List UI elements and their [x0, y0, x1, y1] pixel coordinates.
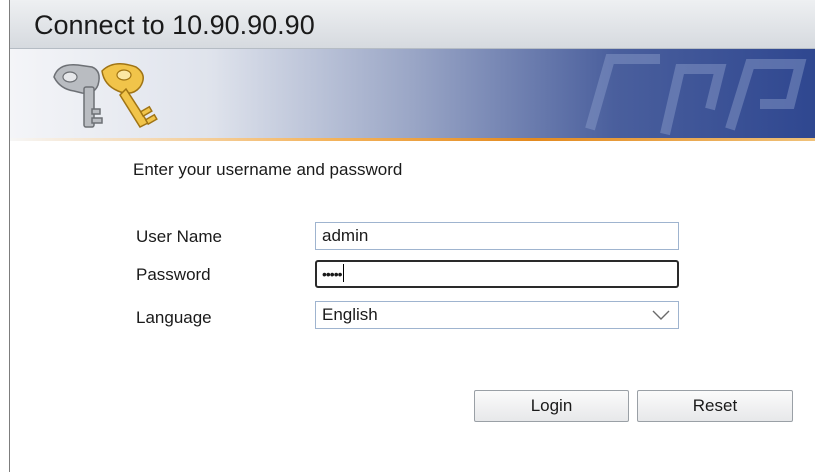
login-prompt: Enter your username and password — [133, 160, 403, 179]
username-label: User Name — [136, 227, 222, 246]
login-dialog: Connect to 10.90.90.90 Enter your userna… — [0, 0, 815, 472]
reset-button[interactable]: Reset — [637, 390, 793, 422]
password-input[interactable]: ••••• — [315, 260, 679, 288]
login-button[interactable]: Login — [474, 390, 629, 422]
dialog-title: Connect to 10.90.90.90 — [34, 10, 315, 40]
username-value: admin — [322, 226, 369, 245]
login-form: Enter your username and password User Na… — [10, 141, 815, 472]
header-banner — [10, 49, 815, 138]
password-value: ••••• — [322, 266, 342, 282]
text-caret — [342, 264, 344, 283]
language-select[interactable]: English — [315, 301, 679, 329]
keys-icon — [53, 63, 158, 128]
username-input[interactable]: admin — [315, 222, 679, 250]
password-label: Password — [136, 265, 211, 284]
language-label: Language — [136, 308, 212, 327]
chevron-down-icon[interactable] — [652, 309, 670, 321]
banner-decoration — [585, 54, 807, 136]
title-bar: Connect to 10.90.90.90 — [10, 0, 815, 49]
language-value: English — [322, 305, 378, 324]
